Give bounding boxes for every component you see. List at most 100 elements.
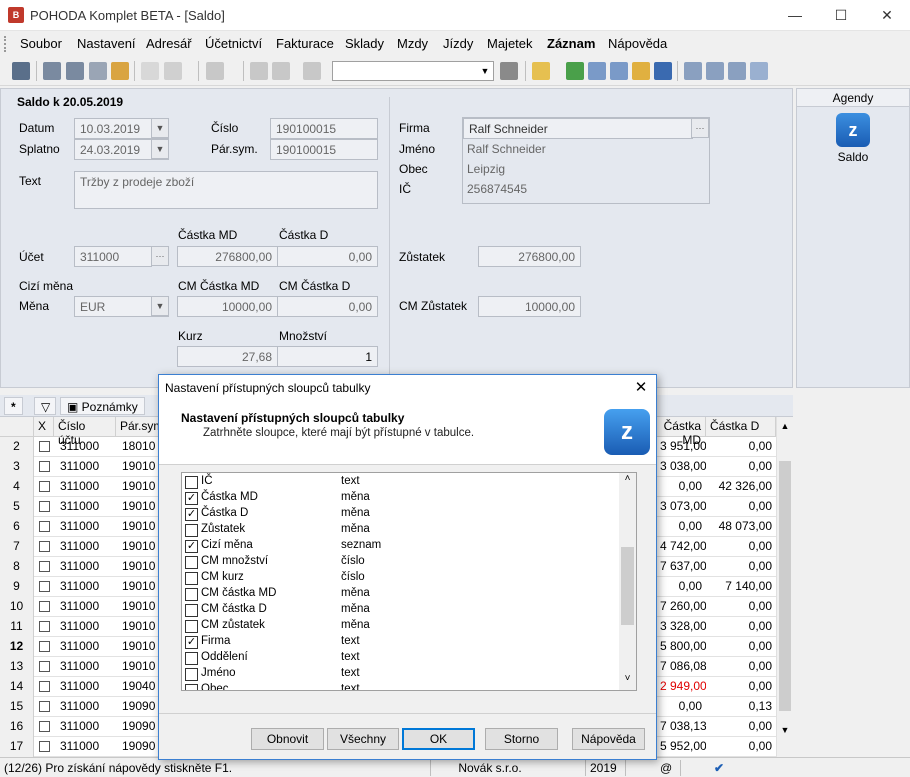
menu-majetek[interactable]: Majetek bbox=[487, 36, 533, 51]
saldo-icon[interactable]: z bbox=[836, 113, 870, 147]
exit-icon[interactable] bbox=[12, 62, 30, 80]
column-list-item[interactable]: CM částka MD měna bbox=[182, 586, 620, 602]
save-all-icon[interactable] bbox=[272, 62, 290, 80]
column-checkbox[interactable] bbox=[185, 588, 198, 601]
row-checkbox[interactable] bbox=[39, 661, 50, 672]
row-checkbox[interactable] bbox=[39, 561, 50, 572]
preview-icon[interactable] bbox=[89, 62, 107, 80]
row-checkbox[interactable] bbox=[39, 461, 50, 472]
help-icon[interactable] bbox=[750, 62, 768, 80]
header-castka-d[interactable]: Částka D bbox=[706, 417, 776, 437]
copy-icon[interactable] bbox=[303, 62, 321, 80]
chevron-down-icon[interactable]: ▼ bbox=[151, 296, 169, 316]
chevron-down-icon[interactable]: ▼ bbox=[477, 62, 493, 80]
row-checkbox[interactable] bbox=[39, 441, 50, 452]
menu-mzdy[interactable]: Mzdy bbox=[397, 36, 428, 51]
column-checkbox[interactable] bbox=[185, 620, 198, 633]
mnozstvi-field[interactable]: 1 bbox=[277, 346, 378, 367]
column-checkbox[interactable]: ✓ bbox=[185, 492, 198, 505]
cm-castka-d-field[interactable]: 0,00 bbox=[277, 296, 378, 317]
iban-icon[interactable] bbox=[654, 62, 672, 80]
chevron-down-icon[interactable]: ˅ bbox=[619, 673, 636, 689]
text-field[interactable]: Tržby z prodeje zboží bbox=[74, 171, 378, 209]
column-checkbox[interactable] bbox=[185, 604, 198, 617]
column-checkbox[interactable] bbox=[185, 684, 198, 690]
napoveda-button[interactable]: Nápověda bbox=[572, 728, 645, 750]
obnovit-button[interactable]: Obnovit bbox=[251, 728, 324, 750]
ok-button[interactable]: OK bbox=[402, 728, 475, 750]
menu-napoveda[interactable]: Nápověda bbox=[608, 36, 667, 51]
column-list-item[interactable]: Jméno text bbox=[182, 666, 620, 682]
filter-icon[interactable] bbox=[500, 62, 518, 80]
chevron-down-icon[interactable]: ▼ bbox=[151, 139, 169, 159]
row-checkbox[interactable] bbox=[39, 601, 50, 612]
chevron-down-icon[interactable]: ▼ bbox=[777, 721, 793, 739]
column-list-item[interactable]: ✓ Částka D měna bbox=[182, 506, 620, 522]
print-setup-icon[interactable] bbox=[66, 62, 84, 80]
column-list-item[interactable]: Zůstatek měna bbox=[182, 522, 620, 538]
column-checkbox[interactable] bbox=[185, 652, 198, 665]
list-icon[interactable] bbox=[706, 62, 724, 80]
castka-md-field[interactable]: 276800,00 bbox=[177, 246, 278, 267]
calendar-icon[interactable] bbox=[588, 62, 606, 80]
column-checkbox[interactable] bbox=[185, 524, 198, 537]
table-scrollbar[interactable]: ▲ ▼ bbox=[776, 417, 793, 757]
scroll-thumb[interactable] bbox=[779, 461, 791, 711]
vsechny-button[interactable]: Všechny bbox=[327, 728, 399, 750]
column-list-item[interactable]: ✓ Cizí měna seznam bbox=[182, 538, 620, 554]
print-icon[interactable] bbox=[43, 62, 61, 80]
kurz-field[interactable]: 27,68 bbox=[177, 346, 278, 367]
row-checkbox[interactable] bbox=[39, 481, 50, 492]
column-checkbox[interactable] bbox=[185, 572, 198, 585]
menu-zaznam[interactable]: Záznam bbox=[547, 36, 595, 51]
row-checkbox[interactable] bbox=[39, 701, 50, 712]
message-icon[interactable] bbox=[684, 62, 702, 80]
minimize-button[interactable]: — bbox=[772, 0, 818, 31]
coins-icon[interactable] bbox=[632, 62, 650, 80]
note-icon[interactable] bbox=[728, 62, 746, 80]
row-checkbox[interactable] bbox=[39, 721, 50, 732]
row-checkbox[interactable] bbox=[39, 641, 50, 652]
menu-soubor[interactable]: Soubor bbox=[20, 36, 62, 51]
column-checkbox[interactable]: ✓ bbox=[185, 636, 198, 649]
menu-sklady[interactable]: Sklady bbox=[345, 36, 384, 51]
column-list-item[interactable]: IČ text bbox=[182, 474, 620, 490]
list-scroll-thumb[interactable] bbox=[621, 547, 634, 625]
new-record-icon[interactable] bbox=[141, 62, 159, 80]
calculator-icon[interactable] bbox=[610, 62, 628, 80]
column-checkbox[interactable] bbox=[185, 476, 198, 489]
browse-button[interactable]: ··· bbox=[151, 246, 169, 266]
menu-jizdy[interactable]: Jízdy bbox=[443, 36, 473, 51]
storno-button[interactable]: Storno bbox=[485, 728, 558, 750]
ucet-field[interactable]: 311000 bbox=[74, 246, 152, 267]
column-checkbox[interactable] bbox=[185, 556, 198, 569]
row-checkbox[interactable] bbox=[39, 501, 50, 512]
column-list-item[interactable]: Obec text bbox=[182, 682, 620, 690]
save-icon[interactable] bbox=[250, 62, 268, 80]
header-x[interactable]: X bbox=[34, 417, 54, 437]
chevron-up-icon[interactable]: ˄ bbox=[619, 473, 636, 489]
cislo-field[interactable]: 190100015 bbox=[270, 118, 378, 139]
parsym-field[interactable]: 190100015 bbox=[270, 139, 378, 160]
menu-nastaveni[interactable]: Nastavení bbox=[77, 36, 136, 51]
column-checkbox[interactable]: ✓ bbox=[185, 540, 198, 553]
chevron-up-icon[interactable]: ▲ bbox=[777, 417, 793, 435]
row-checkbox[interactable] bbox=[39, 621, 50, 632]
tab-poznamky[interactable]: ▣ Poznámky bbox=[60, 397, 145, 415]
menu-adresar[interactable]: Adresář bbox=[146, 36, 192, 51]
chevron-down-icon[interactable]: ▼ bbox=[151, 118, 169, 138]
maximize-button[interactable]: ☐ bbox=[818, 0, 864, 31]
column-checkbox[interactable] bbox=[185, 668, 198, 681]
menu-fakturace[interactable]: Fakturace bbox=[276, 36, 334, 51]
close-icon[interactable]: ✕ bbox=[626, 375, 656, 401]
column-list-item[interactable]: Oddělení text bbox=[182, 650, 620, 666]
column-list-item[interactable]: CM částka D měna bbox=[182, 602, 620, 618]
row-checkbox[interactable] bbox=[39, 521, 50, 532]
cm-castka-md-field[interactable]: 10000,00 bbox=[177, 296, 278, 317]
close-window-button[interactable]: ✕ bbox=[864, 0, 910, 31]
header-castka-md[interactable]: Částka MD bbox=[656, 417, 706, 447]
column-list-item[interactable]: CM množství číslo bbox=[182, 554, 620, 570]
menu-ucetnictvi[interactable]: Účetnictví bbox=[205, 36, 262, 51]
tab-all[interactable]: * bbox=[4, 397, 23, 415]
filter-icon[interactable]: ▽ bbox=[34, 397, 56, 415]
